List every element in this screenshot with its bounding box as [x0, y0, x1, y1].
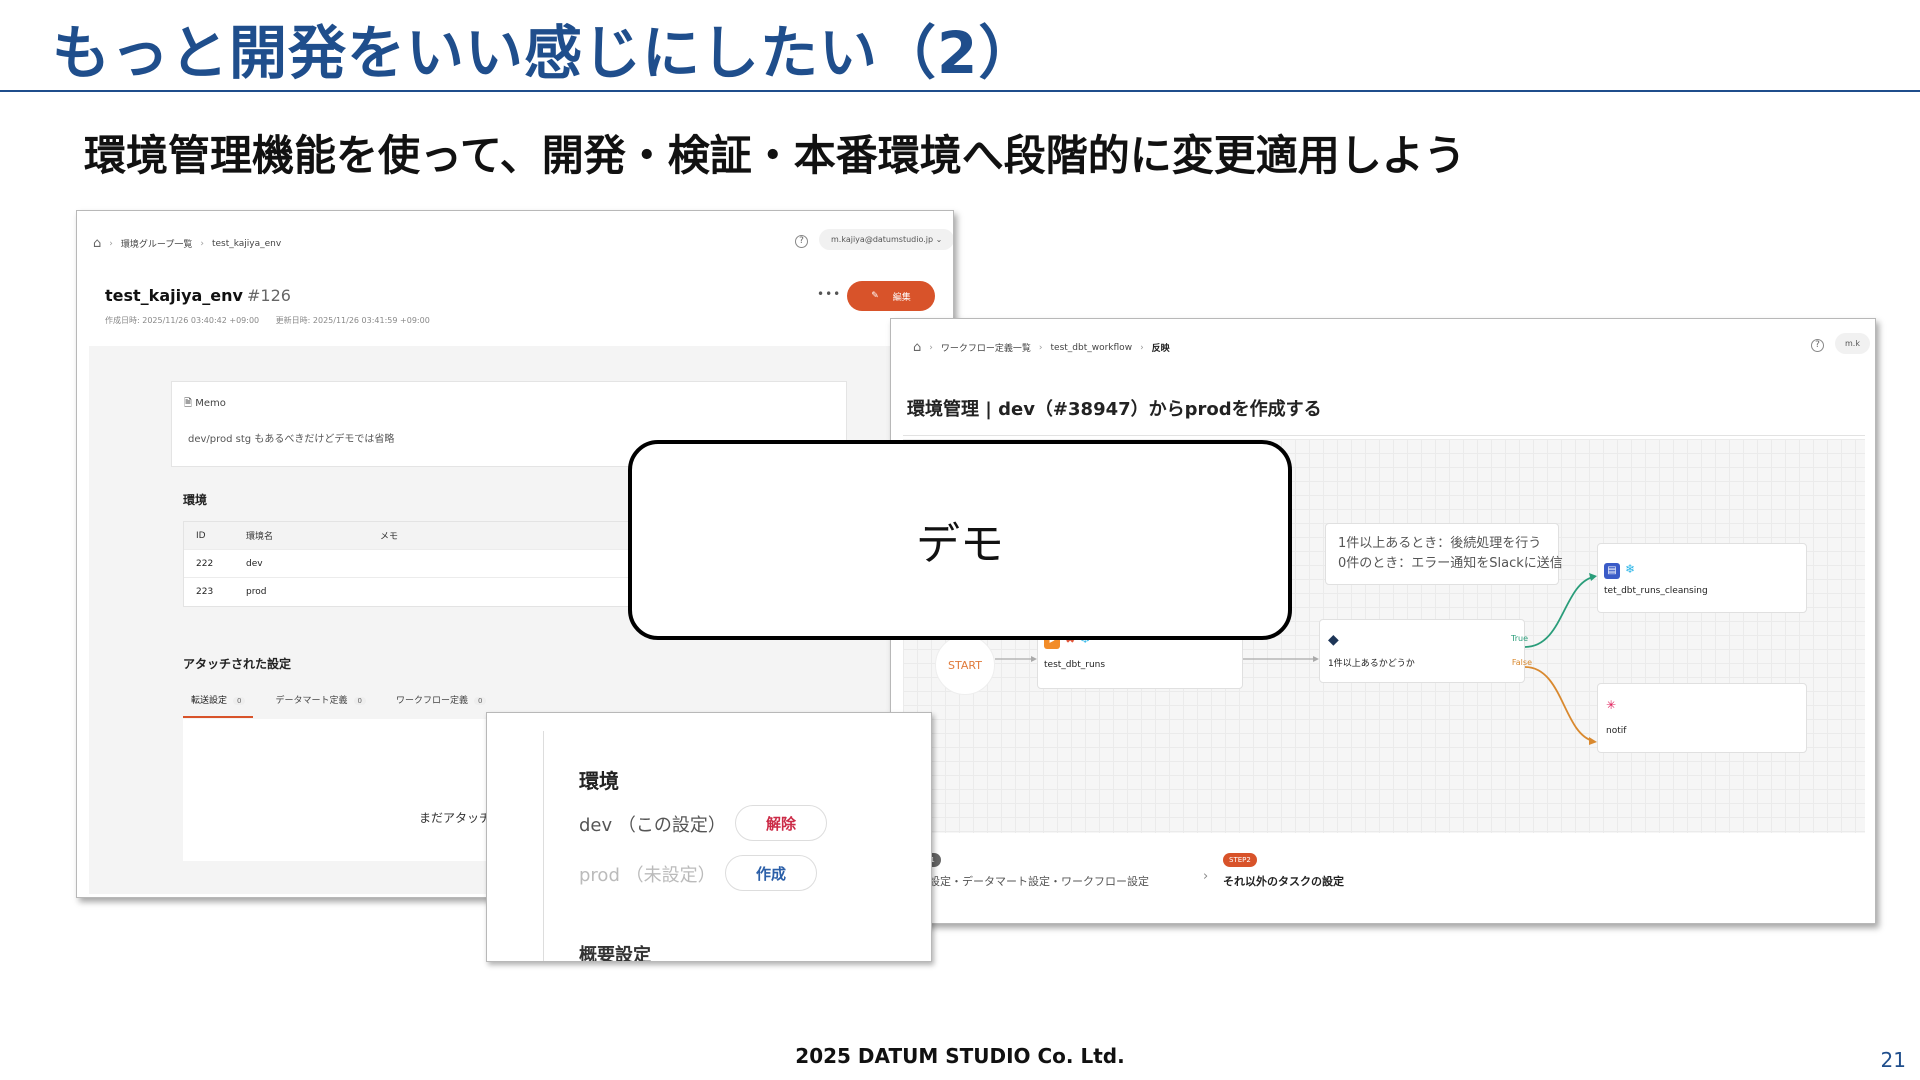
attached-settings-label: アタッチされた設定 [183, 657, 292, 671]
node-notif[interactable]: ✳ notif [1597, 683, 1807, 753]
overview-settings-heading: 概要設定 [579, 945, 651, 962]
note-line: 0件のとき：エラー通知をSlackに送信 [1338, 556, 1563, 571]
breadcrumb: ⌂ › ワークフロー定義一覧 › test_dbt_workflow › 反映 [913, 341, 1170, 354]
updated-at: 更新日時: 2025/11/26 03:41:59 +09:00 [275, 316, 430, 325]
title-divider [0, 90, 1920, 92]
create-button[interactable]: 作成 [725, 855, 817, 891]
slide-title: もっと開発をいい感じにしたい（2） [52, 19, 1038, 87]
datamart-icon: ▤ [1604, 563, 1620, 579]
chevron-right-icon: › [109, 238, 113, 249]
prod-env-label: prod （未設定） [579, 865, 716, 886]
user-menu[interactable]: m.kajiya@datumstudio.jp ⌄ [819, 229, 953, 250]
note-line: 1件以上あるとき：後続処理を行う [1338, 536, 1542, 551]
count-badge: 0 [353, 697, 366, 705]
demo-callout: デモ [628, 440, 1292, 640]
edge-false [1524, 666, 1594, 742]
edge-true [1524, 576, 1594, 648]
table-cell: 223 [196, 587, 214, 597]
node-label: notif [1606, 726, 1627, 736]
tab-label: ワークフロー定義 [395, 696, 468, 706]
step1-text[interactable]: 転送設定・データマート設定・ワークフロー設定 [907, 873, 1149, 889]
breadcrumb-item[interactable]: test_dbt_workflow [1051, 343, 1133, 353]
env-name: test_kajiya_env [105, 286, 243, 305]
true-label: True [1511, 634, 1528, 643]
detach-button[interactable]: 解除 [735, 805, 827, 841]
env-section-title: 環境 [579, 769, 619, 793]
chevron-right-icon: › [1038, 342, 1043, 353]
breadcrumb-item: 反映 [1151, 344, 1170, 354]
memo-text: dev/prod stg もあるべきだけどデモでは省略 [188, 434, 395, 445]
arrow-icon [1589, 573, 1597, 581]
table-cell: 222 [196, 558, 214, 569]
node-condition[interactable]: ◆ 1件以上あるかどうか True False [1319, 619, 1532, 683]
chevron-right-icon: › [1203, 869, 1209, 884]
memo-heading-label: Memo [195, 398, 226, 409]
column-header: ID [196, 530, 206, 541]
footer-copyright: 2025 DATUM STUDIO Co. Ltd. [795, 1044, 1125, 1068]
env-section-label: 環境 [183, 493, 208, 507]
task-icons: ▤ ❄ [1604, 558, 1635, 579]
breadcrumb-item: test_kajiya_env [211, 238, 282, 249]
workflow-note[interactable]: 1件以上あるとき：後続処理を行う 0件のとき：エラー通知をSlackに送信 [1325, 523, 1563, 585]
document-icon: 🗎 [184, 398, 193, 409]
node-label: tet_dbt_runs_cleansing [1604, 586, 1708, 596]
condition-icon: ◆ [1328, 632, 1339, 648]
env-zoom-screenshot: 環境 dev （この設定） 解除 prod （未設定） 作成 概要設定 [486, 712, 932, 962]
step-indicator: STEP1 転送設定・データマート設定・ワークフロー設定 › STEP2 それ以… [907, 853, 1867, 913]
node-cleansing[interactable]: ▤ ❄ tet_dbt_runs_cleansing [1597, 543, 1807, 613]
home-icon[interactable]: ⌂ [913, 341, 921, 354]
node-label: test_dbt_runs [1044, 660, 1106, 670]
page-title: 環境管理 | dev（#38947）からprodを作成する [907, 399, 1322, 420]
created-at: 作成日時: 2025/11/26 03:40:42 +09:00 [105, 316, 260, 325]
chevron-right-icon: › [929, 342, 933, 353]
help-icon[interactable]: ? [795, 235, 808, 248]
dev-env-label: dev （この設定） [579, 815, 726, 836]
help-icon[interactable]: ? [1811, 339, 1824, 352]
user-name: m.k [1845, 339, 1860, 348]
table-cell: dev [246, 558, 263, 569]
snowflake-icon: ❄ [1625, 562, 1636, 576]
slide-subtitle: 環境管理機能を使って、開発・検証・本番環境へ段階的に変更適用しよう [84, 131, 1466, 180]
user-email: m.kajiya@datumstudio.jp [831, 235, 934, 244]
node-label: 1件以上あるかどうか [1328, 659, 1415, 669]
timestamps: 作成日時: 2025/11/26 03:40:42 +09:00 更新日時: 2… [105, 315, 444, 326]
env-number: #126 [246, 286, 291, 305]
step2-text[interactable]: それ以外のタスクの設定 [1223, 873, 1344, 889]
settings-tabs: 転送設定 0 データマート定義 0 ワークフロー定義 0 [183, 687, 508, 718]
divider [903, 435, 1865, 436]
step2-badge: STEP2 [1223, 853, 1257, 867]
page-number: 21 [1880, 1048, 1906, 1072]
breadcrumb-item[interactable]: ワークフロー定義一覧 [941, 341, 1031, 354]
breadcrumb-item[interactable]: 環境グループ一覧 [121, 237, 192, 250]
more-options-icon[interactable]: ••• [817, 287, 841, 301]
edit-button-label: 編集 [892, 292, 911, 303]
user-menu[interactable]: m.k [1835, 333, 1870, 354]
table-cell: prod [246, 587, 267, 597]
empty-state-text: まだアタッチ [419, 811, 492, 825]
page-title: test_kajiya_env #126 [105, 286, 291, 305]
start-node[interactable]: START [935, 635, 995, 695]
false-label: False [1511, 658, 1532, 667]
count-badge: 0 [473, 697, 487, 705]
home-icon[interactable]: ⌂ [93, 237, 101, 250]
divider [543, 731, 544, 961]
slack-icon: ✳ [1606, 698, 1617, 712]
column-header: 環境名 [246, 532, 274, 542]
breadcrumb: ⌂ › 環境グループ一覧 › test_kajiya_env [93, 237, 281, 250]
tab-datamart[interactable]: データマート定義 0 [267, 687, 373, 718]
pencil-icon: ✎ [871, 291, 879, 301]
count-badge: 0 [233, 697, 246, 705]
tab-label: 転送設定 [191, 696, 228, 706]
chevron-down-icon: ⌄ [935, 235, 943, 244]
tab-label: データマート定義 [275, 696, 348, 706]
memo-heading: 🗎 Memo [184, 396, 226, 413]
chevron-right-icon: › [1140, 342, 1144, 353]
chevron-right-icon: › [200, 238, 204, 249]
tab-transfer[interactable]: 転送設定 0 [183, 687, 254, 718]
tab-workflow[interactable]: ワークフロー定義 0 [388, 687, 494, 718]
arrow-icon [1589, 737, 1597, 745]
edit-button[interactable]: ✎ 編集 [847, 281, 935, 311]
